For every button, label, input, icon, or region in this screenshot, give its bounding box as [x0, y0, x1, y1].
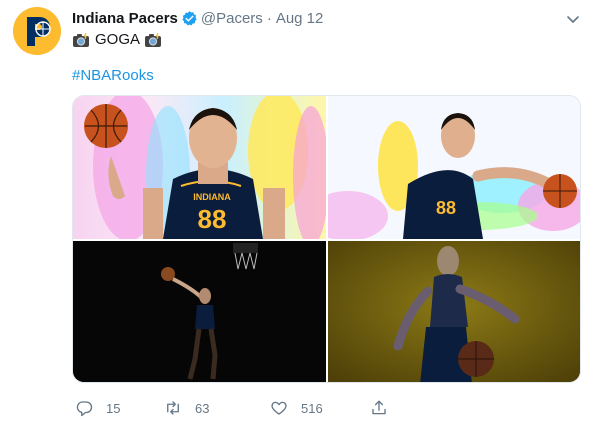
retweet-icon — [167, 401, 179, 415]
hashtag-line: #NBARooks — [72, 66, 154, 86]
jersey-number-1: 88 — [198, 204, 227, 234]
photo-2[interactable]: 88 — [328, 96, 580, 239]
tweet-text: GOGA — [72, 30, 162, 50]
hashtag-link[interactable]: #NBARooks — [72, 66, 154, 86]
jersey-text-1: INDIANA — [193, 192, 231, 202]
reply-count: 15 — [106, 400, 121, 416]
pacers-logo-icon — [13, 7, 61, 55]
photo-3[interactable] — [73, 241, 326, 382]
reply-icon — [76, 401, 93, 417]
media-grid: INDIANA 88 88 — [72, 95, 581, 383]
camera-flash-emoji-icon — [72, 32, 90, 48]
display-name[interactable]: Indiana Pacers — [72, 10, 178, 27]
tweet-text-goga: GOGA — [95, 31, 141, 48]
camera-flash-emoji-icon — [144, 32, 162, 48]
photo-1[interactable]: INDIANA 88 — [73, 96, 326, 239]
reply-button[interactable]: 15 — [75, 396, 120, 420]
share-button[interactable] — [370, 396, 388, 420]
jersey-number-2: 88 — [436, 198, 456, 218]
like-count: 516 — [301, 400, 323, 416]
share-icon — [372, 400, 386, 415]
photo-4[interactable] — [328, 241, 580, 382]
like-button[interactable]: 516 — [270, 396, 323, 420]
retweet-button[interactable]: 63 — [164, 396, 209, 420]
heart-icon — [271, 401, 287, 415]
avatar[interactable] — [13, 7, 61, 55]
tweet-header: Indiana Pacers @Pacers · Aug 12 — [72, 8, 323, 28]
tweet-date[interactable]: Aug 12 — [276, 10, 324, 27]
retweet-count: 63 — [195, 400, 210, 416]
verified-badge-icon — [181, 10, 198, 27]
tweet-card[interactable]: Indiana Pacers @Pacers · Aug 12 GOGA #NB… — [0, 0, 595, 427]
tweet-actions: 15 63 516 — [72, 396, 402, 420]
separator-dot: · — [266, 9, 272, 27]
handle[interactable]: @Pacers — [201, 10, 263, 27]
chevron-down-icon[interactable] — [565, 11, 581, 27]
